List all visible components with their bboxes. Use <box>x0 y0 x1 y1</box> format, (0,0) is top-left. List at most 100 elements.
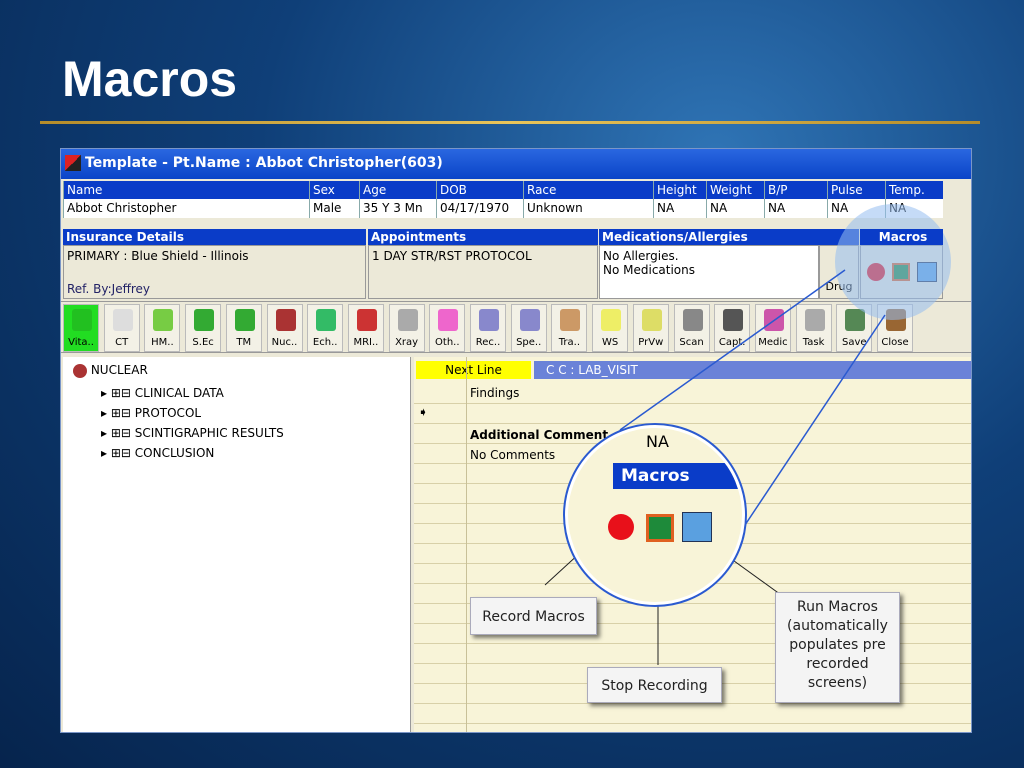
toolbar-button-nuc[interactable]: Nuc.. <box>266 304 303 352</box>
prvw-icon <box>641 309 662 331</box>
toolbar-button-scan[interactable]: Scan <box>673 304 710 352</box>
referred-by: Ref. By:Jeffrey <box>67 282 151 296</box>
nuc-icon <box>275 309 296 331</box>
toolbar-button-hm[interactable]: HM.. <box>144 304 181 352</box>
magnified-stop-icon <box>646 514 674 542</box>
tree-panel: NUCLEAR ▸ ⊞⊟ CLINICAL DATA ▸ ⊞⊟ PROTOCOL ▸… <box>63 357 411 732</box>
rec-icon <box>479 309 499 331</box>
tab-next-line[interactable]: Next Line <box>416 361 531 379</box>
patient-headers: Name Sex Age DOB Race Height Weight B/P Pulse Tem… <box>63 181 943 199</box>
expand-icon[interactable]: ▸ ⊞⊟ <box>101 426 135 440</box>
hm-icon <box>153 309 174 331</box>
row-pointer-icon: ➧ <box>418 405 429 419</box>
patient-header-7: B/P <box>764 181 788 199</box>
appointments-header: Appointments <box>368 229 598 245</box>
tree-item-label: SCINTIGRAPHIC RESULTS <box>134 426 284 440</box>
toolbar-label: Nuc.. <box>271 337 298 348</box>
medic-icon <box>763 309 784 331</box>
allergies-text: No Allergies. <box>603 249 679 263</box>
patient-header-1: Sex <box>309 181 335 199</box>
patient-value-8: NA <box>827 199 848 218</box>
patient-header-2: Age <box>359 181 386 199</box>
toolbar-button-task[interactable]: Task <box>795 304 832 352</box>
toolbar-label: Close <box>881 337 909 348</box>
toolbar-label: Oth.. <box>435 337 460 348</box>
toolbar-button-save[interactable]: Save <box>836 304 873 352</box>
medications-text: No Medications <box>603 263 696 277</box>
tree-item[interactable]: ▸ ⊞⊟ PROTOCOL <box>73 403 400 423</box>
xray-icon <box>397 309 418 331</box>
patient-header-5: Height <box>653 181 697 199</box>
toolbar-button-spe[interactable]: Spe.. <box>510 304 547 352</box>
toolbar-button-medic[interactable]: Medic <box>754 304 791 352</box>
toolbar-button-ech[interactable]: Ech.. <box>307 304 344 352</box>
toolbar-label: Vita.. <box>68 337 94 348</box>
toolbar-label: Save <box>842 337 867 348</box>
grid-line <box>414 723 971 724</box>
run-macro-icon[interactable] <box>917 262 937 282</box>
toolbar-button-oth[interactable]: Oth.. <box>429 304 466 352</box>
toolbar-button-prvw[interactable]: PrVw <box>632 304 669 352</box>
toolbar-button-vita[interactable]: Vita.. <box>63 304 99 352</box>
tree-root-label: NUCLEAR <box>90 363 148 377</box>
patient-header-9: Temp. <box>885 181 925 199</box>
patient-value-4: Unknown <box>523 199 583 218</box>
toolbar-label: Xray <box>395 337 419 348</box>
toolbar-button-tra[interactable]: Tra.. <box>551 304 588 352</box>
patient-values: Abbot Christopher Male 35 Y 3 Mn 04/17/1970… <box>63 199 943 218</box>
toolbar-button-ws[interactable]: WS <box>592 304 629 352</box>
callout-record-macros: Record Macros <box>470 597 597 635</box>
expand-icon[interactable]: ▸ ⊞⊟ <box>101 406 135 420</box>
title-divider <box>40 121 980 124</box>
toolbar-label: HM.. <box>151 337 174 348</box>
tab-cc[interactable]: C C : LAB_VISIT <box>534 361 971 379</box>
tree-item-label: CONCLUSION <box>134 446 215 460</box>
toolbar-button-capt[interactable]: Capt. <box>714 304 751 352</box>
toolbar-button-rec[interactable]: Rec.. <box>470 304 506 352</box>
app-icon <box>65 155 81 171</box>
expand-icon[interactable]: ▸ ⊞⊟ <box>101 386 135 400</box>
magnifier: Macros NA <box>565 425 745 605</box>
toolbar-label: Ech.. <box>312 337 338 348</box>
expand-icon[interactable]: ▸ ⊞⊟ <box>101 446 135 460</box>
toolbar-button-tm[interactable]: TM <box>225 304 262 352</box>
medications-header: Medications/Allergies <box>599 229 859 245</box>
tra-icon <box>560 309 581 331</box>
macros-header: Macros <box>860 229 943 245</box>
appointments-value: 1 DAY STR/RST PROTOCOL <box>368 245 598 299</box>
toolbar-label: Task <box>802 337 825 348</box>
toolbar-label: Tra.. <box>558 337 581 348</box>
patient-value-1: Male <box>309 199 341 218</box>
record-macro-icon[interactable] <box>867 263 885 281</box>
toolbar-button-sec[interactable]: S.Ec <box>185 304 222 352</box>
findings-header: Findings <box>470 386 520 400</box>
magnified-run-icon <box>682 512 712 542</box>
callout-run-macros: Run Macros (automatically populates pre … <box>775 592 900 703</box>
capt-icon <box>723 309 744 331</box>
toolbar-button-xray[interactable]: Xray <box>388 304 425 352</box>
toolbar: Vita.. CT HM.. S.Ec TM Nuc.. Ech.. MRI.. Xray Oth… <box>61 301 971 353</box>
drug-label: Drug <box>825 280 853 293</box>
ech-icon <box>316 309 337 331</box>
tree-item[interactable]: ▸ ⊞⊟ CONCLUSION <box>73 443 400 463</box>
sec-icon <box>194 309 215 331</box>
stop-macro-icon[interactable] <box>892 263 910 281</box>
toolbar-button-ct[interactable]: CT <box>103 304 140 352</box>
patient-header-8: Pulse <box>827 181 863 199</box>
tree-item[interactable]: ▸ ⊞⊟ SCINTIGRAPHIC RESULTS <box>73 423 400 443</box>
macros-panel <box>860 245 943 299</box>
toolbar-label: TM <box>236 337 252 348</box>
patient-value-2: 35 Y 3 Mn <box>359 199 423 218</box>
tree-root[interactable]: NUCLEAR <box>73 363 400 383</box>
vita-icon <box>72 309 92 331</box>
toolbar-label: S.Ec <box>192 337 214 348</box>
tree-item-label: PROTOCOL <box>134 406 202 420</box>
patient-header-0: Name <box>63 181 102 199</box>
patient-value-3: 04/17/1970 <box>436 199 509 218</box>
toolbar-button-mri[interactable]: MRI.. <box>347 304 384 352</box>
tree-item[interactable]: ▸ ⊞⊟ CLINICAL DATA <box>73 383 400 403</box>
drug-button[interactable]: Drug <box>819 245 859 299</box>
insurance-value: PRIMARY : Blue Shield - Illinois <box>67 249 249 263</box>
toolbar-button-close[interactable]: Close <box>877 304 913 352</box>
toolbar-label: MRI.. <box>353 337 379 348</box>
